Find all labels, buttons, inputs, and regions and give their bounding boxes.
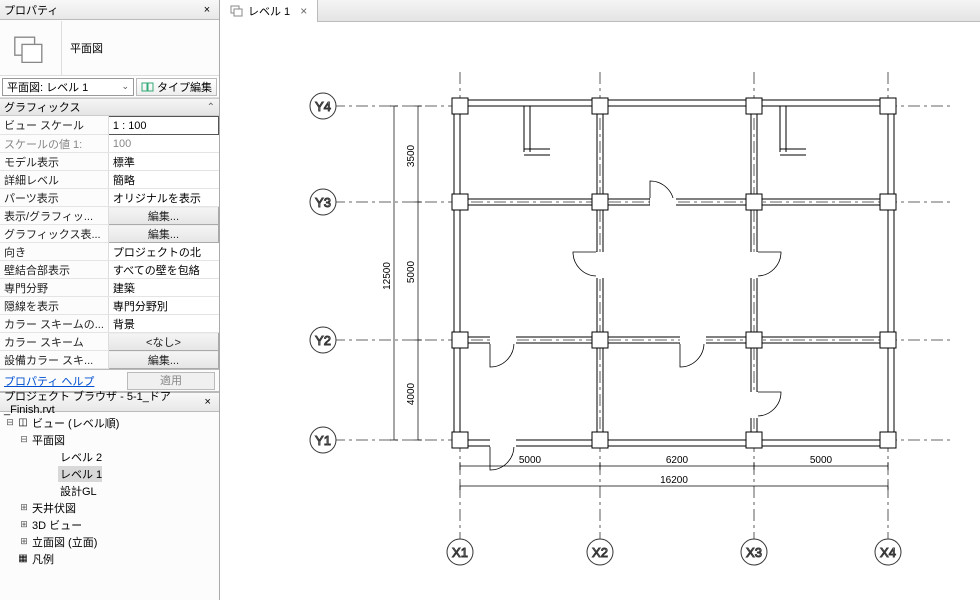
tree-gl[interactable]: 設計GL xyxy=(0,482,219,499)
tree-level1[interactable]: レベル 1 xyxy=(0,465,219,482)
close-icon[interactable]: × xyxy=(199,4,215,16)
prop-row-orientation: 向きプロジェクトの北 xyxy=(0,243,219,261)
svg-text:4000: 4000 xyxy=(406,382,417,405)
tree-elevations[interactable]: ⊞立面図 (立面) xyxy=(0,533,219,550)
prop-row-graphics-display: グラフィックス表...編集... xyxy=(0,225,219,243)
svg-text:Y2: Y2 xyxy=(315,333,331,348)
tree-level2[interactable]: レベル 2 xyxy=(0,448,219,465)
prop-row-mep-color: 設備カラー スキ...編集... xyxy=(0,351,219,369)
prop-row-hidden-lines: 隠線を表示専門分野別 xyxy=(0,297,219,315)
svg-text:X2: X2 xyxy=(592,545,608,560)
type-preview[interactable]: 平面図 xyxy=(0,20,219,76)
properties-header: プロパティ × xyxy=(0,0,219,20)
chevron-down-icon: ⌄ xyxy=(121,81,129,92)
drawing-canvas[interactable]: Y1 Y2 Y3 Y4 X1 X2 X3 X4 4000 5000 3500 1… xyxy=(220,22,980,600)
svg-text:5000: 5000 xyxy=(519,455,542,466)
properties-title: プロパティ xyxy=(4,2,199,18)
svg-text:Y3: Y3 xyxy=(315,195,331,210)
project-browser-header: プロジェクト ブラウザ - 5-1_ドア_Finish.rvt × xyxy=(0,392,219,412)
svg-text:Y1: Y1 xyxy=(315,433,331,448)
properties-help-link[interactable]: プロパティ ヘルプ xyxy=(4,373,94,389)
svg-text:X3: X3 xyxy=(746,545,762,560)
svg-text:X1: X1 xyxy=(452,545,468,560)
family-label: 平面図 xyxy=(62,40,219,56)
prop-row-model-display: モデル表示標準 xyxy=(0,153,219,171)
tree-3d-views[interactable]: ⊞3D ビュー xyxy=(0,516,219,533)
close-icon[interactable]: × xyxy=(294,4,307,18)
prop-row-color-scheme-loc: カラー スキームの...背景 xyxy=(0,315,219,333)
edit-type-button[interactable]: タイプ編集 xyxy=(136,78,217,96)
browser-title: プロジェクト ブラウザ - 5-1_ドア_Finish.rvt xyxy=(4,388,201,416)
prop-row-color-scheme: カラー スキーム<なし> xyxy=(0,333,219,351)
tree-ceiling-plans[interactable]: ⊞天井伏図 xyxy=(0,499,219,516)
legend-icon: ▦ xyxy=(16,553,30,564)
tree-root-views[interactable]: ⊟◫ビュー (レベル順) xyxy=(0,414,219,431)
svg-text:X4: X4 xyxy=(880,545,896,560)
prop-row-wall-join: 壁結合部表示すべての壁を包絡 xyxy=(0,261,219,279)
close-icon[interactable]: × xyxy=(201,396,215,408)
instance-selector[interactable]: 平面図: レベル 1 ⌄ xyxy=(2,78,134,96)
svg-text:6200: 6200 xyxy=(666,455,689,466)
svg-text:Y4: Y4 xyxy=(315,99,331,114)
collapse-icon: ⌃ xyxy=(207,102,215,113)
svg-text:5000: 5000 xyxy=(406,260,417,283)
svg-text:16200: 16200 xyxy=(660,475,688,486)
plan-view-icon xyxy=(0,21,62,75)
edit-type-icon xyxy=(141,81,155,93)
apply-button[interactable]: 適用 xyxy=(127,372,215,390)
tree-legends[interactable]: ▦凡例 xyxy=(0,550,219,567)
project-browser-tree: ⊟◫ビュー (レベル順) ⊟平面図 レベル 2 レベル 1 設計GL ⊞天井伏図… xyxy=(0,412,219,578)
group-graphics[interactable]: グラフィックス ⌃ xyxy=(0,98,219,116)
svg-text:3500: 3500 xyxy=(406,144,417,167)
prop-row-visibility: 表示/グラフィッ...編集... xyxy=(0,207,219,225)
prop-row-parts-display: パーツ表示オリジナルを表示 xyxy=(0,189,219,207)
svg-text:5000: 5000 xyxy=(810,455,833,466)
prop-row-view-scale: ビュー スケール1 : 100 xyxy=(0,117,219,135)
tab-level1[interactable]: レベル 1 × xyxy=(220,0,318,22)
tree-plan-views[interactable]: ⊟平面図 xyxy=(0,431,219,448)
view-tabbar: レベル 1 × xyxy=(220,0,980,22)
plan-view-icon xyxy=(230,5,244,17)
prop-row-discipline: 専門分野建築 xyxy=(0,279,219,297)
views-icon: ◫ xyxy=(16,417,30,428)
prop-row-detail-level: 詳細レベル簡略 xyxy=(0,171,219,189)
svg-text:12500: 12500 xyxy=(382,262,393,290)
prop-row-scale-value: スケールの値 1:100 xyxy=(0,135,219,153)
